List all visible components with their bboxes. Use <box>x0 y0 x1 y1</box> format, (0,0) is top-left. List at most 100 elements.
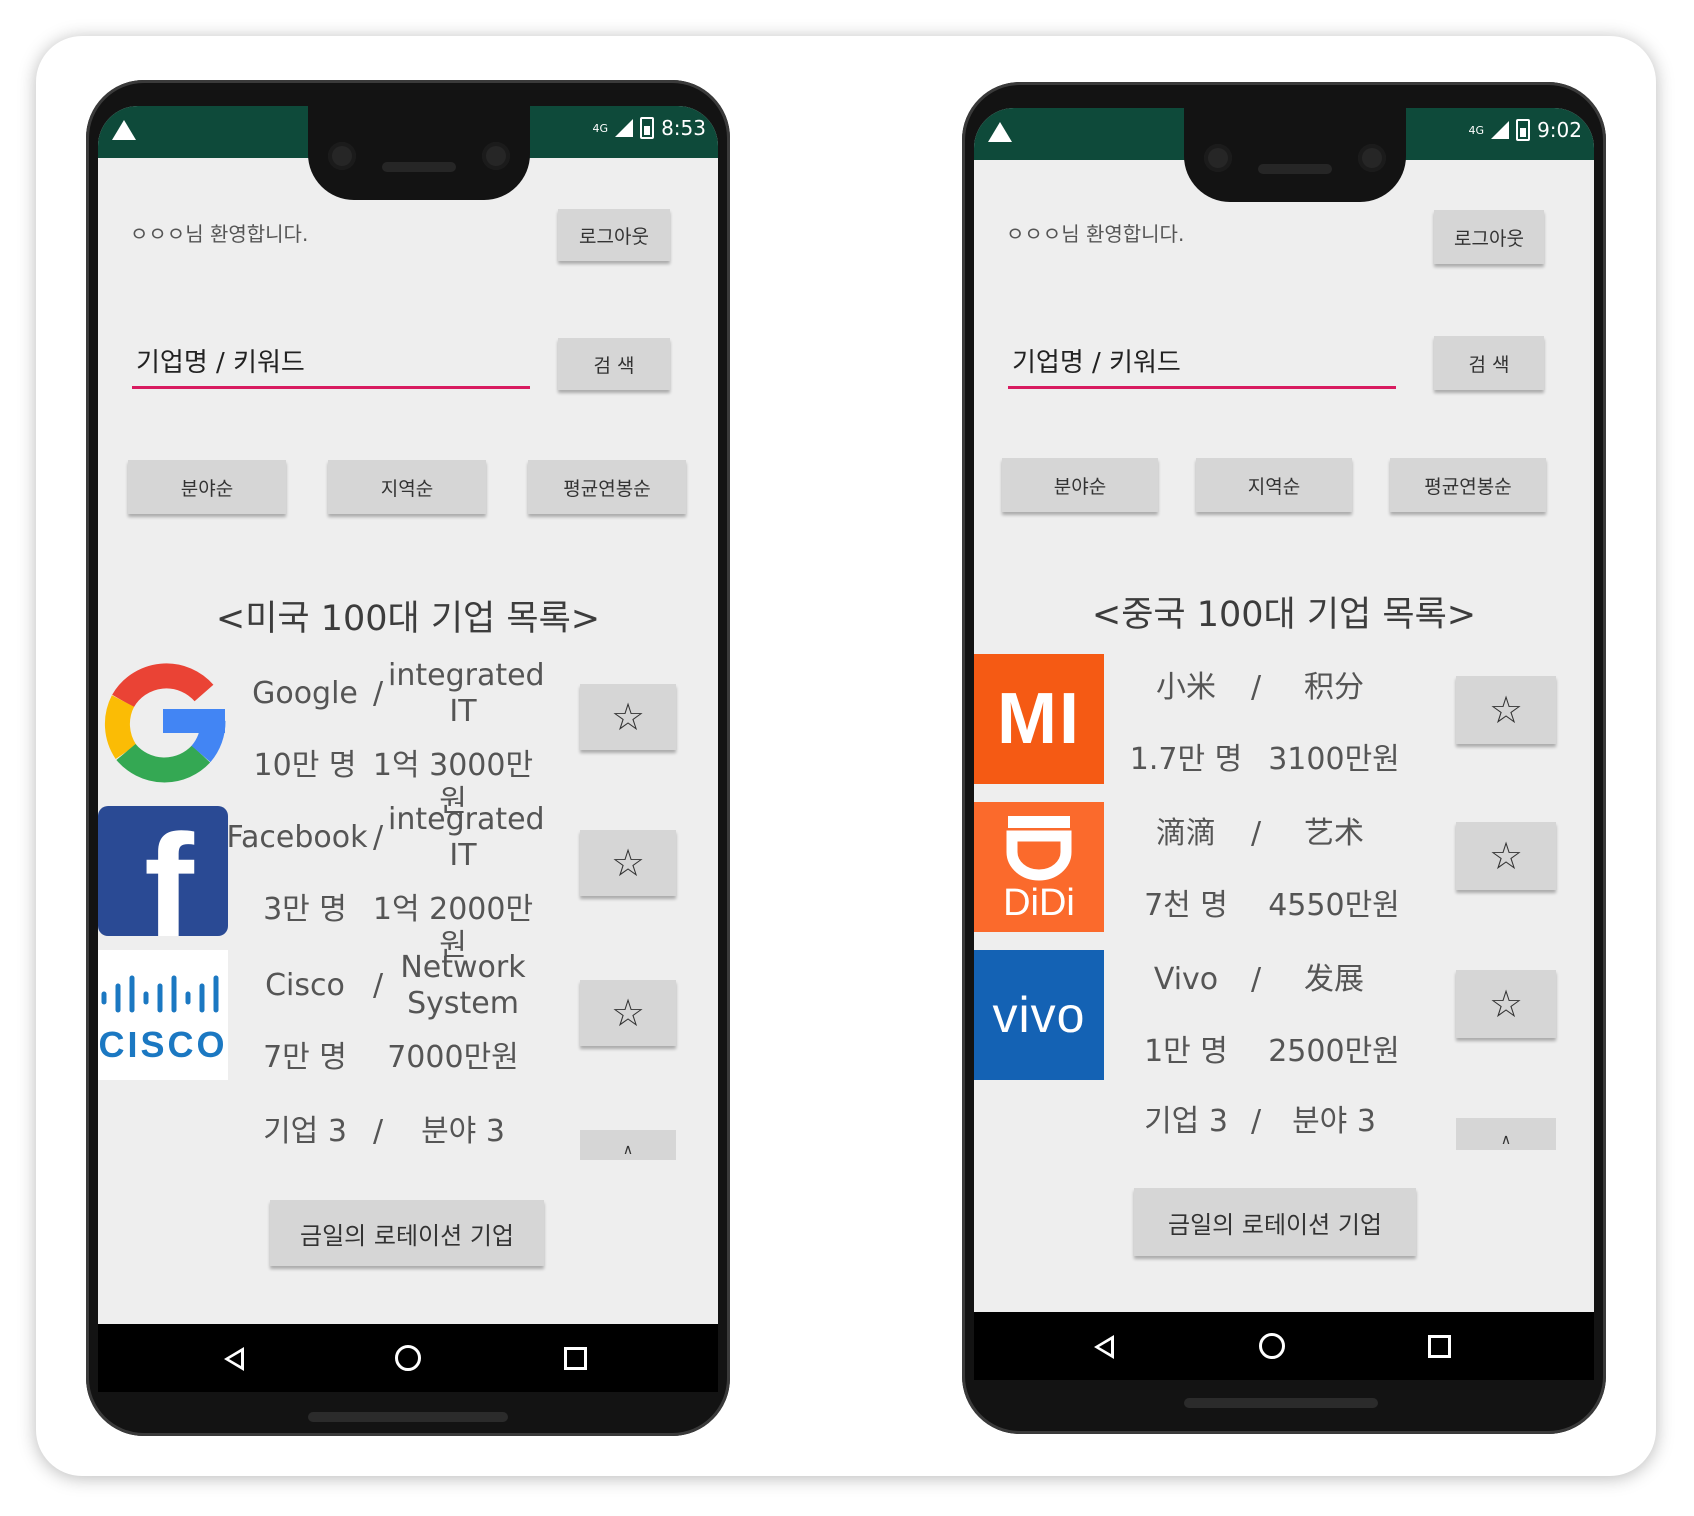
network-type: 4G <box>1468 123 1485 137</box>
employee-count: 1.7만 명 <box>1129 742 1243 777</box>
battery-icon <box>1516 119 1531 141</box>
favorite-star-button[interactable]: ☆ <box>1456 822 1556 890</box>
company-name: 기업 3 <box>263 1114 347 1149</box>
average-salary: 3100만원 <box>1268 742 1400 777</box>
cisco-logo: CISCO <box>98 950 228 1080</box>
earpiece-speaker <box>382 162 456 172</box>
didi-logo: DiDi <box>974 802 1104 932</box>
separator: / <box>372 1114 384 1149</box>
favorite-star-button[interactable]: ☆ <box>580 684 676 750</box>
company-field: Network System <box>400 950 526 1021</box>
camera-icon <box>1204 144 1232 172</box>
navigation-bar <box>98 1324 718 1392</box>
welcome-text: ㅇㅇㅇ님 환영합니다. <box>130 222 309 246</box>
company-name: Vivo <box>1153 962 1219 997</box>
company-name: Cisco <box>265 968 345 1003</box>
favorite-star-button[interactable]: ☆ <box>580 980 676 1046</box>
logout-button[interactable]: 로그아웃 <box>558 209 670 261</box>
home-icon[interactable] <box>395 1345 421 1371</box>
back-icon[interactable] <box>224 1347 244 1371</box>
warning-icon <box>988 122 1012 142</box>
employee-count: 7만 명 <box>263 1040 347 1075</box>
search-button[interactable]: 검 색 <box>558 338 670 390</box>
sort-by-salary-button[interactable]: 평균연봉순 <box>528 460 686 514</box>
company-name: Facebook <box>226 820 368 855</box>
left-app-screen: 4G 8:53 ㅇㅇㅇ님 환영합니다. 로그아웃 기업명 / 키워드 검 색 분… <box>98 106 718 1324</box>
warning-icon <box>112 120 136 140</box>
average-salary: 2500만원 <box>1268 1034 1400 1069</box>
navigation-bar <box>974 1312 1594 1380</box>
partial-star-button[interactable]: ∧ <box>1456 1118 1556 1150</box>
sort-by-region-button[interactable]: 지역순 <box>1196 458 1352 512</box>
signal-icon <box>1491 121 1510 139</box>
employee-count: 1만 명 <box>1144 1034 1228 1069</box>
company-name: 기업 3 <box>1144 1104 1228 1139</box>
right-app-screen: 4G 9:02 ㅇㅇㅇ님 환영합니다. 로그아웃 기업명 / 키워드 검 색 분… <box>974 108 1594 1312</box>
favorite-star-button[interactable]: ☆ <box>1456 970 1556 1038</box>
recents-icon[interactable] <box>564 1347 587 1370</box>
favorite-star-button[interactable]: ☆ <box>1456 676 1556 744</box>
list-title: <중국 100대 기업 목록> <box>1091 595 1477 635</box>
sort-by-field-button[interactable]: 분야순 <box>1002 458 1158 512</box>
company-field: 发展 <box>1304 962 1364 997</box>
recents-icon[interactable] <box>1428 1335 1451 1358</box>
status-icons: 4G 9:02 <box>1469 118 1582 142</box>
company-field: 분야 3 <box>421 1114 505 1149</box>
vivo-logo: vivo <box>974 950 1104 1080</box>
right-phone: 4G 9:02 ㅇㅇㅇ님 환영합니다. 로그아웃 기업명 / 키워드 검 색 분… <box>962 82 1606 1434</box>
separator: / <box>372 676 384 711</box>
rotation-companies-button[interactable]: 금일의 로테이션 기업 <box>270 1200 544 1266</box>
earpiece-speaker <box>1258 164 1332 174</box>
didi-logo-text: DiDi <box>1003 882 1075 924</box>
employee-count: 10만 명 <box>253 748 357 783</box>
sort-by-field-button[interactable]: 분야순 <box>128 460 286 514</box>
search-input[interactable]: 기업명 / 키워드 <box>132 334 530 389</box>
google-logo <box>98 656 228 786</box>
employee-count: 7천 명 <box>1144 888 1228 923</box>
back-icon[interactable] <box>1094 1335 1114 1359</box>
average-salary: 7000만원 <box>387 1040 519 1075</box>
company-name: 滴滴 <box>1156 816 1216 851</box>
signal-icon <box>615 119 634 137</box>
sort-by-salary-button[interactable]: 평균연봉순 <box>1390 458 1546 512</box>
sort-by-region-button[interactable]: 지역순 <box>328 460 486 514</box>
company-field: 艺术 <box>1304 816 1364 851</box>
cisco-wordmark: CISCO <box>98 1024 228 1065</box>
phone-chin-bar <box>1184 1398 1378 1408</box>
partial-star-button[interactable]: ∧ <box>580 1130 676 1160</box>
xiaomi-logo: MI <box>974 654 1104 784</box>
camera-notch <box>1184 108 1406 202</box>
left-phone: 4G 8:53 ㅇㅇㅇ님 환영합니다. 로그아웃 기업명 / 키워드 검 색 분… <box>86 80 730 1436</box>
status-icons: 4G 8:53 <box>593 116 706 140</box>
camera-notch <box>308 106 530 200</box>
camera-icon <box>1358 144 1386 172</box>
facebook-logo-letter: f <box>144 806 194 936</box>
xiaomi-logo-text: MI <box>997 679 1081 759</box>
company-field: 积分 <box>1304 670 1364 705</box>
vivo-logo-text: vivo <box>992 987 1086 1043</box>
separator: / <box>372 820 384 855</box>
status-time: 9:02 <box>1537 118 1582 142</box>
logout-button[interactable]: 로그아웃 <box>1434 210 1544 264</box>
company-field: 분야 3 <box>1292 1104 1376 1139</box>
facebook-logo: f <box>98 806 228 936</box>
welcome-text: ㅇㅇㅇ님 환영합니다. <box>1006 222 1185 246</box>
separator: / <box>372 968 384 1003</box>
search-input[interactable]: 기업명 / 키워드 <box>1008 334 1396 389</box>
search-button[interactable]: 검 색 <box>1434 336 1544 390</box>
phone-chin-bar <box>308 1412 508 1422</box>
employee-count: 3만 명 <box>263 892 347 927</box>
home-icon[interactable] <box>1259 1333 1285 1359</box>
favorite-star-button[interactable]: ☆ <box>580 830 676 896</box>
camera-icon <box>328 142 356 170</box>
camera-icon <box>482 142 510 170</box>
company-name: Google <box>252 676 358 711</box>
company-field: integrated IT <box>388 802 545 873</box>
rotation-companies-button[interactable]: 금일의 로테이션 기업 <box>1134 1188 1416 1256</box>
battery-icon <box>640 117 655 139</box>
list-title: <미국 100대 기업 목록> <box>215 599 601 639</box>
network-type: 4G <box>592 121 609 135</box>
company-name: 小米 <box>1156 670 1216 705</box>
status-time: 8:53 <box>661 116 706 140</box>
average-salary: 4550만원 <box>1268 888 1400 923</box>
